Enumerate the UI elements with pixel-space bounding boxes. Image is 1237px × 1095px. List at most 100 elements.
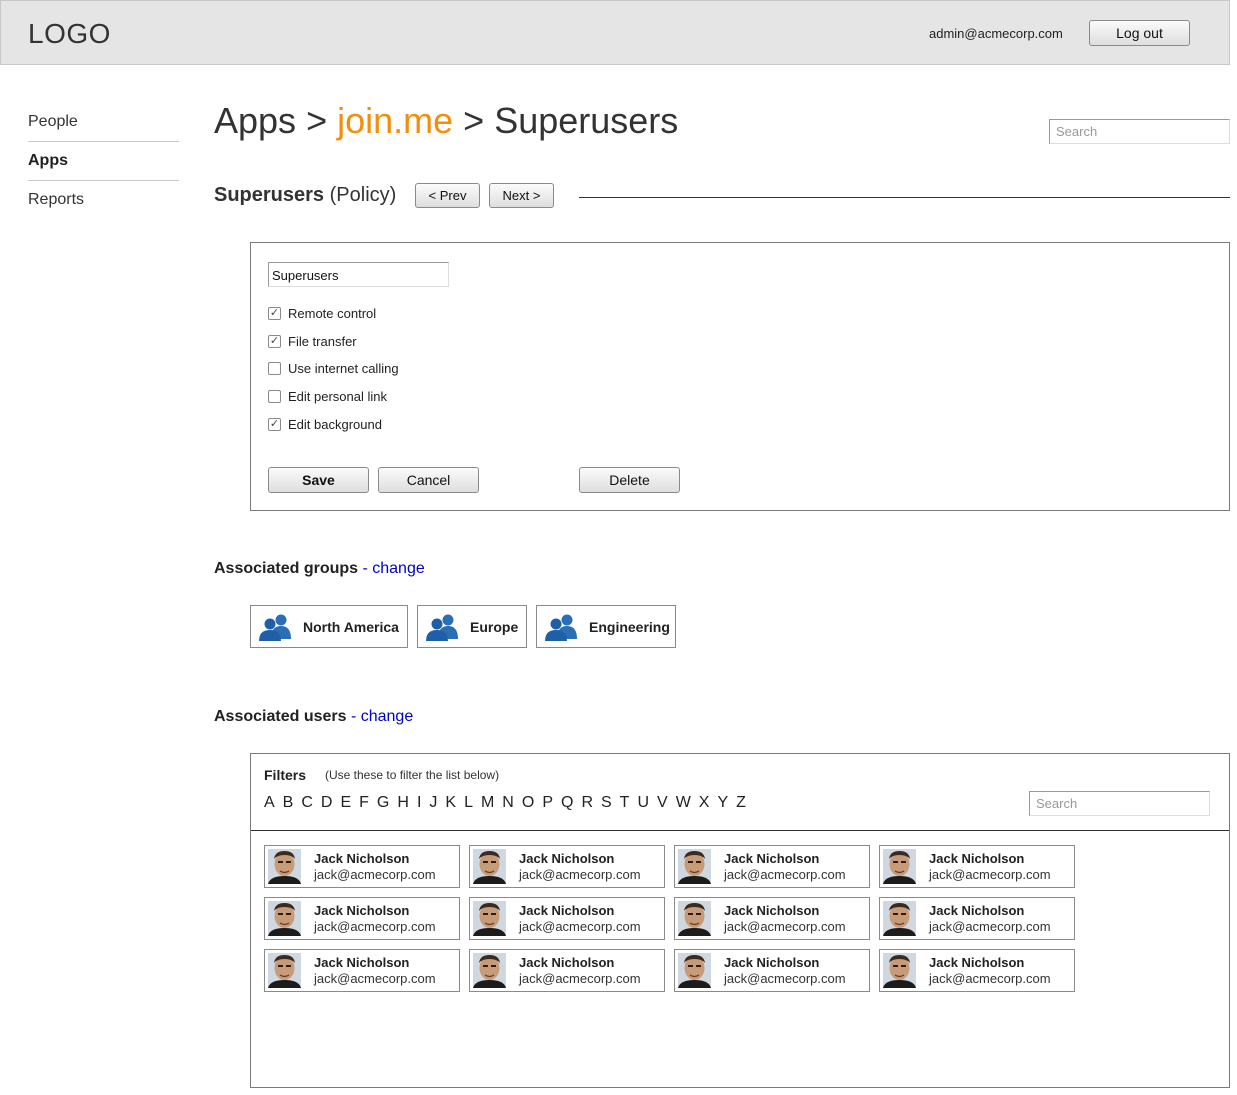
user-card[interactable]: Jack Nicholson jack@acmecorp.com <box>469 949 665 992</box>
letter-filter-o[interactable]: O <box>522 794 534 812</box>
user-name: Jack Nicholson <box>724 903 820 918</box>
change-users-link[interactable]: change <box>361 708 414 725</box>
letter-filter-z[interactable]: Z <box>736 794 746 812</box>
user-card[interactable]: Jack Nicholson jack@acmecorp.com <box>674 845 870 888</box>
next-button[interactable]: Next > <box>489 183 554 208</box>
option-internet-calling[interactable]: Use internet calling <box>268 359 399 377</box>
letter-filter-m[interactable]: M <box>481 794 494 812</box>
section-title: Associated groups <box>214 560 359 577</box>
option-file-transfer[interactable]: ✓ File transfer <box>268 332 357 350</box>
letter-filter-e[interactable]: E <box>340 794 351 812</box>
avatar <box>678 901 711 936</box>
letter-filter-y[interactable]: Y <box>717 794 728 812</box>
letter-filter-q[interactable]: Q <box>561 794 573 812</box>
option-label: Edit personal link <box>288 388 387 404</box>
filters-hint: (Use these to filter the list below) <box>325 768 500 782</box>
letter-filter-w[interactable]: W <box>676 794 691 812</box>
user-email: jack@acmecorp.com <box>314 971 436 986</box>
option-edit-personal-link[interactable]: Edit personal link <box>268 387 387 405</box>
letter-filter-a[interactable]: A <box>264 794 275 812</box>
user-email: jack@acmecorp.com <box>929 919 1051 934</box>
user-email: jack@acmecorp.com <box>519 971 641 986</box>
user-card[interactable]: Jack Nicholson jack@acmecorp.com <box>264 949 460 992</box>
user-name: Jack Nicholson <box>519 903 615 918</box>
section-divider <box>579 197 1230 198</box>
group-name: Engineering <box>589 618 670 635</box>
user-name: Jack Nicholson <box>314 903 410 918</box>
checkbox-internet-calling[interactable] <box>268 361 281 375</box>
checkbox-remote-control[interactable]: ✓ <box>268 306 281 320</box>
user-name: Jack Nicholson <box>724 851 820 866</box>
user-card[interactable]: Jack Nicholson jack@acmecorp.com <box>674 897 870 940</box>
save-button[interactable]: Save <box>268 467 369 493</box>
delete-button[interactable]: Delete <box>579 467 680 493</box>
current-user-email: admin@acmecorp.com <box>929 26 1063 41</box>
breadcrumb: Apps > join.me > Superusers <box>214 100 678 142</box>
breadcrumb-apps[interactable]: Apps <box>214 100 296 141</box>
separator: - <box>358 560 373 577</box>
letter-filter-i[interactable]: I <box>417 794 421 812</box>
group-chip-north-america[interactable]: North America <box>250 605 408 648</box>
user-card[interactable]: Jack Nicholson jack@acmecorp.com <box>674 949 870 992</box>
letter-filter-l[interactable]: L <box>464 794 473 812</box>
change-groups-link[interactable]: change <box>372 560 425 577</box>
checkbox-edit-personal-link[interactable] <box>268 389 281 403</box>
letter-filter-r[interactable]: R <box>581 794 593 812</box>
breadcrumb-separator: > <box>453 100 495 141</box>
letter-filter-t[interactable]: T <box>620 794 630 812</box>
associated-users-heading: Associated users - change <box>214 708 413 726</box>
logout-button[interactable]: Log out <box>1089 20 1190 46</box>
policy-name-heading: Superusers <box>214 184 325 206</box>
sidebar-item-people[interactable]: People <box>28 102 179 141</box>
option-edit-background[interactable]: ✓ Edit background <box>268 415 382 433</box>
user-email: jack@acmecorp.com <box>519 919 641 934</box>
alphabet-filter: ABCDEFGHIJKLMNOPQRSTUVWXYZ <box>264 794 754 812</box>
letter-filter-b[interactable]: B <box>283 794 294 812</box>
avatar <box>883 849 916 884</box>
letter-filter-g[interactable]: G <box>377 794 389 812</box>
option-remote-control[interactable]: ✓ Remote control <box>268 304 376 322</box>
letter-filter-x[interactable]: X <box>699 794 710 812</box>
user-card[interactable]: Jack Nicholson jack@acmecorp.com <box>264 897 460 940</box>
avatar <box>473 849 506 884</box>
option-label: Use internet calling <box>288 360 399 376</box>
option-label: Remote control <box>288 305 377 321</box>
letter-filter-k[interactable]: K <box>445 794 456 812</box>
sidebar-item-reports[interactable]: Reports <box>28 180 179 219</box>
avatar <box>473 901 506 936</box>
group-chip-engineering[interactable]: Engineering <box>536 605 676 648</box>
user-card[interactable]: Jack Nicholson jack@acmecorp.com <box>264 845 460 888</box>
avatar <box>883 953 916 988</box>
letter-filter-u[interactable]: U <box>637 794 649 812</box>
checkbox-edit-background[interactable]: ✓ <box>268 417 281 431</box>
letter-filter-c[interactable]: C <box>301 794 313 812</box>
user-card[interactable]: Jack Nicholson jack@acmecorp.com <box>469 845 665 888</box>
policy-type-label: (Policy) <box>329 184 397 206</box>
group-chip-europe[interactable]: Europe <box>417 605 527 648</box>
letter-filter-j[interactable]: J <box>429 794 437 812</box>
letter-filter-n[interactable]: N <box>502 794 514 812</box>
user-card[interactable]: Jack Nicholson jack@acmecorp.com <box>879 949 1075 992</box>
user-email: jack@acmecorp.com <box>314 867 436 882</box>
breadcrumb-separator: > <box>296 100 338 141</box>
letter-filter-f[interactable]: F <box>359 794 369 812</box>
letter-filter-p[interactable]: P <box>542 794 553 812</box>
cancel-button[interactable]: Cancel <box>378 467 479 493</box>
sidebar-item-apps[interactable]: Apps <box>28 141 179 180</box>
checkbox-file-transfer[interactable]: ✓ <box>268 334 281 348</box>
breadcrumb-app[interactable]: join.me <box>337 100 453 141</box>
filters-divider <box>251 830 1229 831</box>
letter-filter-v[interactable]: V <box>657 794 668 812</box>
user-search-input[interactable]: Search <box>1029 791 1210 816</box>
letter-filter-h[interactable]: H <box>397 794 409 812</box>
user-card[interactable]: Jack Nicholson jack@acmecorp.com <box>469 897 665 940</box>
search-input[interactable]: Search <box>1049 119 1230 144</box>
user-name: Jack Nicholson <box>929 903 1025 918</box>
letter-filter-d[interactable]: D <box>321 794 333 812</box>
avatar <box>678 953 711 988</box>
user-card[interactable]: Jack Nicholson jack@acmecorp.com <box>879 845 1075 888</box>
prev-button[interactable]: < Prev <box>415 183 480 208</box>
user-card[interactable]: Jack Nicholson jack@acmecorp.com <box>879 897 1075 940</box>
letter-filter-s[interactable]: S <box>601 794 612 812</box>
policy-name-field[interactable]: Superusers <box>268 262 449 287</box>
